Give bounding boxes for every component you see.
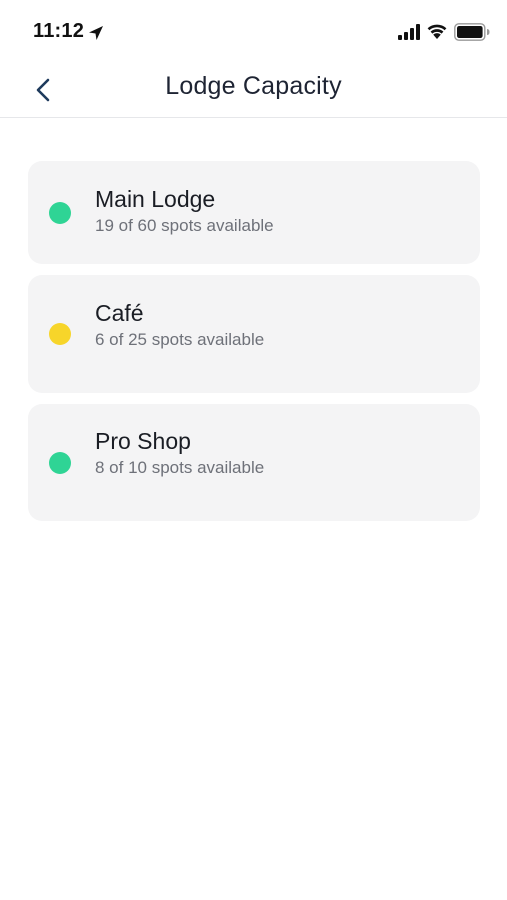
lodge-availability: 8 of 10 spots available xyxy=(95,458,265,477)
page-title: Lodge Capacity xyxy=(165,72,342,100)
status-time: 11:12 xyxy=(33,20,85,42)
wifi-icon xyxy=(427,24,447,39)
lodge-name: Main Lodge xyxy=(95,186,216,212)
cellular-signal-icon xyxy=(398,24,420,40)
lodge-list: Main Lodge 19 of 60 spots available Café… xyxy=(28,161,480,532)
location-arrow-icon xyxy=(89,26,103,40)
lodge-name: Café xyxy=(95,300,144,326)
status-dot xyxy=(49,452,71,474)
status-dot xyxy=(49,202,71,224)
nav-bar: Lodge Capacity xyxy=(0,64,507,118)
lodge-card-pro-shop[interactable]: Pro Shop 8 of 10 spots available xyxy=(28,404,480,521)
lodge-availability: 19 of 60 spots available xyxy=(95,216,274,235)
lodge-availability: 6 of 25 spots available xyxy=(95,330,265,349)
lodge-card-main-lodge[interactable]: Main Lodge 19 of 60 spots available xyxy=(28,161,480,264)
status-bar: 11:12 xyxy=(0,0,507,64)
battery-icon xyxy=(454,23,490,41)
status-dot xyxy=(49,323,71,345)
lodge-card-cafe[interactable]: Café 6 of 25 spots available xyxy=(28,275,480,393)
lodge-name: Pro Shop xyxy=(95,428,191,454)
